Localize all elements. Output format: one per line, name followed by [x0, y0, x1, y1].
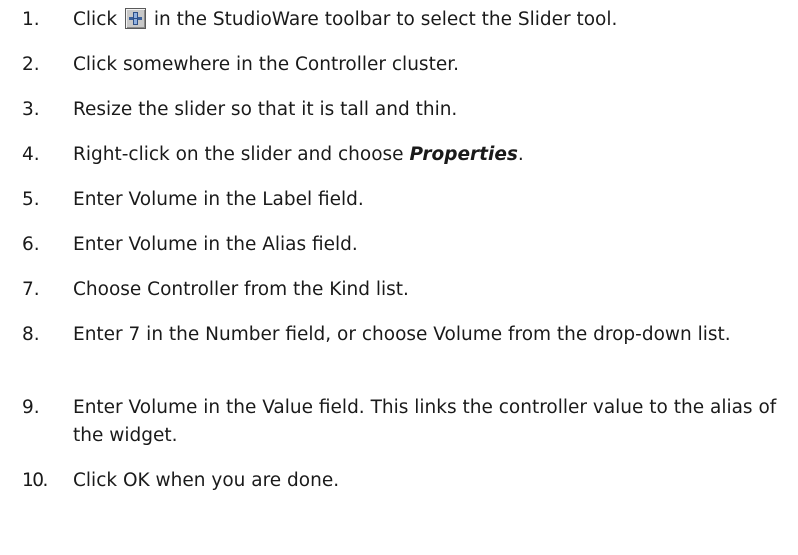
step-text: Enter 7 in the Number field, or choose V…	[73, 324, 731, 345]
step-text-after: in the StudioWare toolbar to select the …	[153, 9, 618, 30]
step-number: 3.	[22, 99, 40, 120]
properties-menu-label: Properties	[409, 144, 518, 165]
step-number: 4.	[22, 144, 40, 165]
step-number: 8.	[22, 324, 40, 345]
step-text: Enter Volume in the Label field.	[73, 189, 364, 210]
step-number: 9.	[22, 397, 40, 418]
step-number: 2.	[22, 54, 40, 75]
step-text: Right-click on the slider and choose Pro…	[73, 141, 788, 169]
step-text: Click somewhere in the Controller cluste…	[73, 54, 459, 75]
step-text: Enter Volume in the Alias field.	[73, 234, 358, 255]
step-text: Choose Controller from the Kind list.	[73, 279, 409, 300]
step-text-after: .	[517, 144, 524, 165]
slider-tool-icon	[124, 8, 146, 29]
step-text-before: Click	[73, 9, 118, 30]
step-number: 10.	[22, 470, 48, 491]
step-text: Click in the StudioWare toolbar to selec…	[73, 6, 788, 34]
step-number: 1.	[22, 9, 40, 30]
step-text: Resize the slider so that it is tall and…	[73, 99, 458, 120]
step-text-before: Right-click on the slider and choose	[73, 144, 404, 165]
step-text: Enter Volume in the Value field. This li…	[73, 397, 777, 446]
step-number: 5.	[22, 189, 40, 210]
step-number: 7.	[22, 279, 40, 300]
step-text: Click OK when you are done.	[73, 470, 340, 491]
instruction-list: 1. Click in the StudioWare toolbar to se…	[0, 0, 798, 555]
step-number: 6.	[22, 234, 40, 255]
